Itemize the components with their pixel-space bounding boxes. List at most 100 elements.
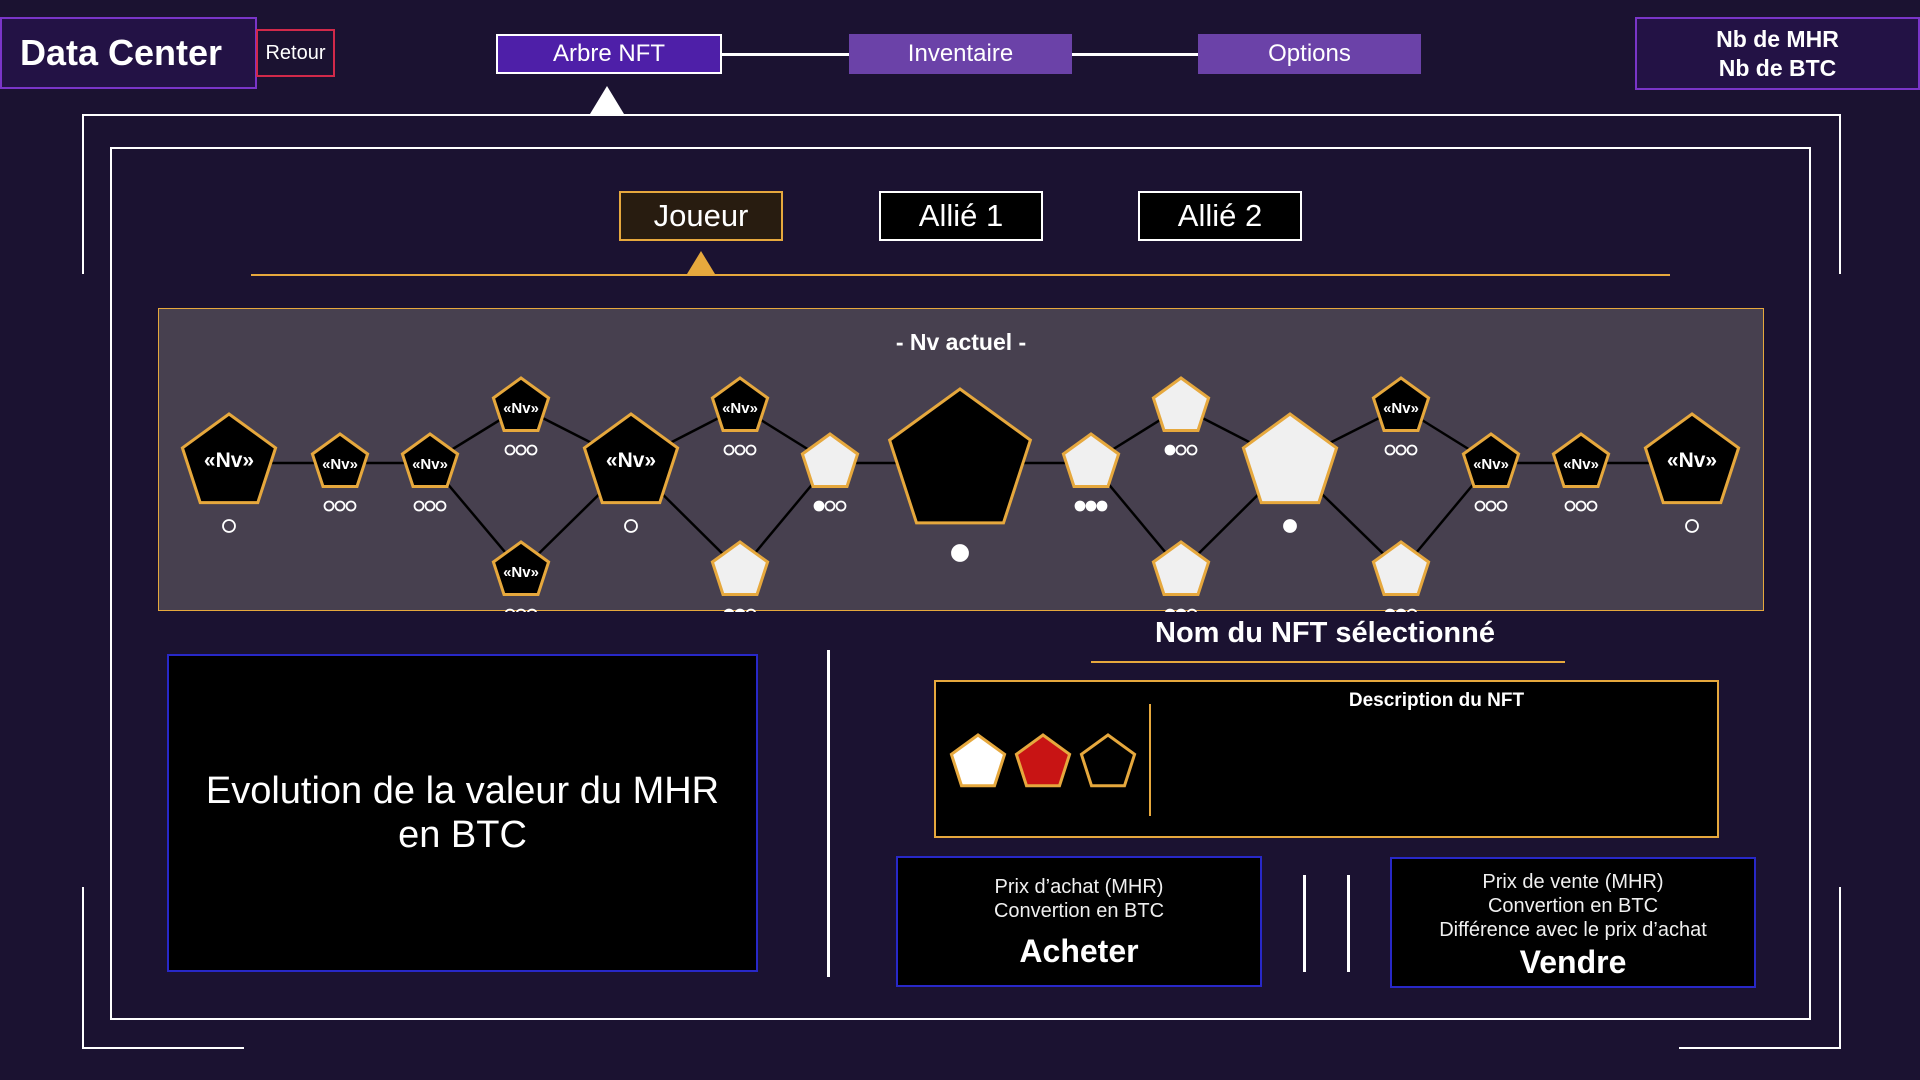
progress-dot-filled — [734, 608, 746, 612]
buy-button[interactable]: Prix d’achat (MHR) Convertion en BTC Ach… — [896, 856, 1262, 987]
node-pentagon-icon — [800, 432, 860, 488]
progress-dot-empty — [1186, 608, 1198, 612]
sell-price-label: Prix de vente (MHR) — [1482, 871, 1664, 893]
section-divider — [827, 650, 830, 977]
nft-name-underline — [1091, 661, 1565, 663]
node-level-label: «Nv» — [412, 456, 448, 473]
sell-button[interactable]: Prix de vente (MHR) Convertion en BTC Di… — [1390, 857, 1756, 988]
black-rarity-icon[interactable] — [1079, 733, 1137, 788]
nft-node-n7[interactable]: «Nv» — [710, 376, 770, 456]
progress-dot-empty — [334, 500, 346, 512]
mhr-balance: Nb de MHR — [1716, 25, 1839, 52]
nft-node-n9[interactable] — [800, 432, 860, 512]
tab-arbre-nft[interactable]: Arbre NFT — [496, 34, 722, 74]
progress-dot-empty — [1395, 444, 1407, 456]
node-level-label: «Nv» — [722, 400, 758, 417]
sell-conversion-label: Convertion en BTC — [1487, 895, 1659, 917]
progress-dot-filled — [1175, 608, 1187, 612]
chart-placeholder-text: Evolution de la valeur du MHR en BTC — [205, 770, 720, 856]
trade-divider-right — [1347, 875, 1350, 972]
node-level-label: «Nv» — [1667, 449, 1717, 472]
nft-node-n11[interactable] — [1061, 432, 1121, 512]
frame-bottom-left — [82, 1047, 244, 1049]
progress-dot-empty — [745, 444, 757, 456]
nft-node-n4[interactable]: «Nv» — [491, 376, 551, 456]
node-pentagon-icon — [1371, 540, 1431, 596]
progress-dot-filled — [1085, 500, 1097, 512]
progress-dot-empty — [835, 500, 847, 512]
node-level-label: «Nv» — [1473, 456, 1509, 473]
buy-action-label: Acheter — [1019, 933, 1139, 969]
node-pentagon-icon — [1151, 376, 1211, 432]
nft-node-n17[interactable]: «Nv» — [1461, 432, 1521, 512]
progress-dot-empty — [1406, 444, 1418, 456]
nft-node-n3[interactable]: «Nv» — [400, 432, 460, 512]
node-level-label: «Nv» — [503, 400, 539, 417]
progress-dot-filled — [1395, 608, 1407, 612]
progress-dot-filled — [1164, 444, 1176, 456]
nav-connector — [1070, 53, 1200, 56]
progress-dot-empty — [745, 608, 757, 612]
progress-dot-empty — [1685, 519, 1699, 533]
progress-dot-empty — [1474, 500, 1486, 512]
sell-action-label: Vendre — [1519, 944, 1627, 980]
node-pentagon-icon — [1151, 540, 1211, 596]
nft-node-n19[interactable]: «Nv» — [1643, 412, 1741, 533]
character-tabs-underline — [251, 274, 1670, 276]
progress-dot-empty — [526, 444, 538, 456]
active-tab-pointer — [590, 86, 624, 114]
tab-joueur[interactable]: Joueur — [619, 191, 783, 241]
tab-allie-1[interactable]: Allié 1 — [879, 191, 1043, 241]
progress-dot-empty — [435, 500, 447, 512]
back-button[interactable]: Retour — [256, 29, 335, 77]
progress-dot-filled — [1384, 608, 1396, 612]
node-level-label: «Nv» — [1563, 456, 1599, 473]
node-level-label: «Nv» — [322, 456, 358, 473]
progress-dot-empty — [1406, 608, 1418, 612]
progress-dot-empty — [222, 519, 236, 533]
white-rarity-icon[interactable] — [949, 733, 1007, 788]
tab-options[interactable]: Options — [1198, 34, 1421, 74]
node-pentagon-icon — [710, 540, 770, 596]
node-pentagon-icon — [1241, 412, 1339, 505]
progress-dot-filled — [1164, 608, 1176, 612]
progress-dot-empty — [504, 608, 516, 612]
frame-left-bottom — [82, 887, 84, 1049]
nft-rarity-icons — [946, 730, 1146, 799]
progress-dot-empty — [1175, 444, 1187, 456]
node-level-label: «Nv» — [204, 449, 254, 472]
page-title: Data Center — [0, 17, 257, 89]
nft-node-n18[interactable]: «Nv» — [1551, 432, 1611, 512]
nft-node-n2[interactable]: «Nv» — [310, 432, 370, 512]
node-pentagon-icon — [887, 387, 1033, 525]
sell-difference-label: Différence avec le prix d’achat — [1439, 919, 1707, 941]
progress-dot-empty — [413, 500, 425, 512]
tab-inventaire[interactable]: Inventaire — [849, 34, 1072, 74]
progress-dot-empty — [723, 444, 735, 456]
nft-node-n6[interactable]: «Nv» — [582, 412, 680, 533]
frame-right-bottom — [1839, 887, 1841, 1049]
currency-display: Nb de MHR Nb de BTC — [1635, 17, 1920, 90]
node-level-label: «Nv» — [503, 564, 539, 581]
nft-description-box: Description du NFT — [934, 680, 1719, 838]
progress-dot-filled — [813, 500, 825, 512]
nft-node-n15[interactable]: «Nv» — [1371, 376, 1431, 456]
progress-dot-empty — [526, 608, 538, 612]
nft-node-n14[interactable] — [1241, 412, 1339, 533]
buy-conversion-label: Convertion en BTC — [993, 900, 1165, 922]
nft-node-n12[interactable] — [1151, 376, 1211, 456]
tab-allie-2[interactable]: Allié 2 — [1138, 191, 1302, 241]
frame-top — [82, 114, 1841, 116]
btc-balance: Nb de BTC — [1718, 54, 1837, 81]
node-level-label: «Nv» — [606, 449, 656, 472]
nft-node-n10[interactable] — [887, 387, 1033, 562]
frame-bottom-right — [1679, 1047, 1841, 1049]
progress-dot-filled — [1074, 500, 1086, 512]
red-rarity-icon[interactable] — [1014, 733, 1072, 788]
progress-dot-empty — [1586, 500, 1598, 512]
progress-dot-empty — [1496, 500, 1508, 512]
nft-node-n1[interactable]: «Nv» — [180, 412, 278, 533]
progress-dot-empty — [1575, 500, 1587, 512]
buy-price-label: Prix d’achat (MHR) — [994, 876, 1164, 898]
progress-dot-empty — [323, 500, 335, 512]
